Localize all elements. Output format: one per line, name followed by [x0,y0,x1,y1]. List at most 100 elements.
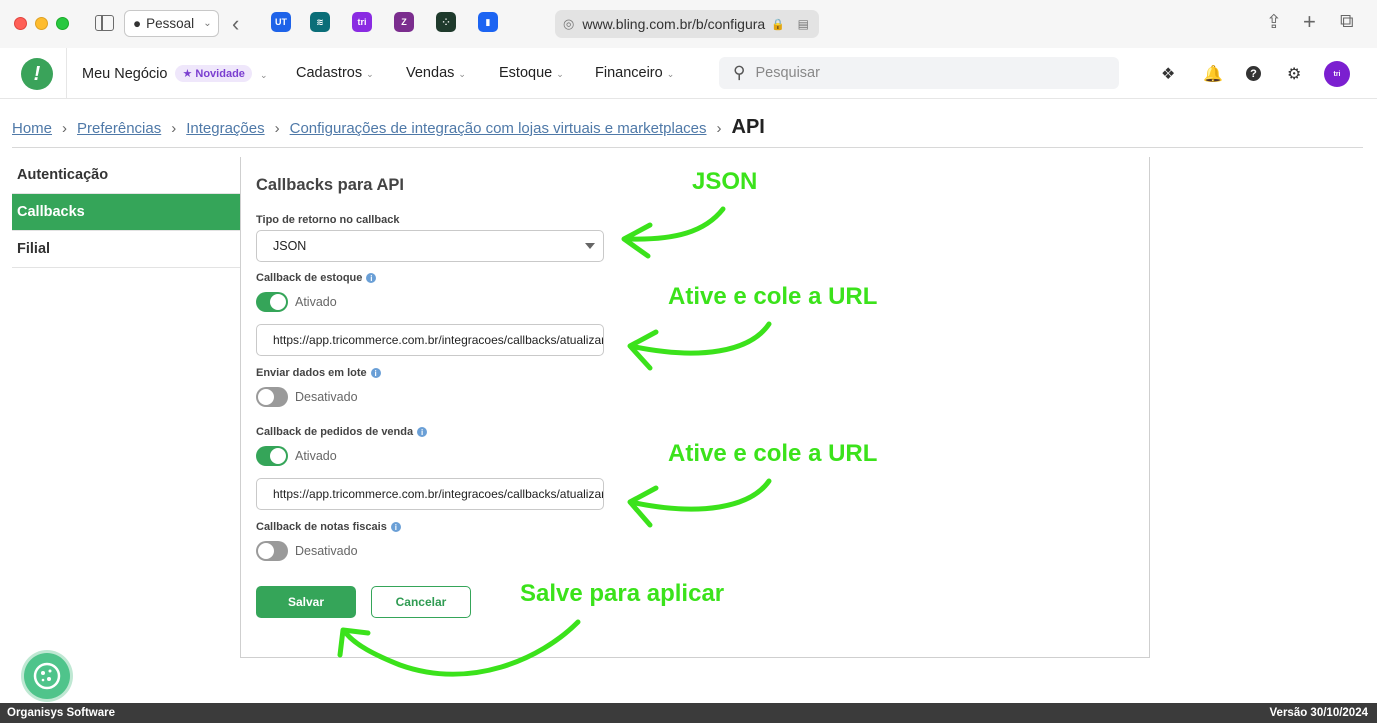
nav-label: Financeiro [595,65,663,81]
invoices-callback-toggle[interactable] [256,541,288,561]
side-item-callbacks[interactable]: Callbacks [12,194,240,231]
breadcrumb-preferencias[interactable]: Preferências [77,120,161,137]
stock-toggle-row: Ativado [256,292,337,312]
person-icon: ● [133,16,142,31]
share-icon[interactable]: ⇪ [1266,11,1282,34]
batch-status: Desativado [295,390,358,404]
trello-tab-icon[interactable]: ▮ [478,12,498,32]
app-header: ! Meu Negócio ★ Novidade ⌄ Cadastros ⌄ Ve… [0,48,1377,99]
footer-company: Organisys Software [7,707,116,719]
breadcrumb-home[interactable]: Home [12,120,52,137]
footer: Organisys Software Versão 30/10/2024 [0,703,1377,723]
gear-icon[interactable]: ⚙ [1287,64,1301,84]
sidebar-toggle-icon[interactable] [95,15,114,31]
zoom-window-button[interactable] [56,17,69,30]
stock-callback-toggle[interactable] [256,292,288,312]
cancel-button[interactable]: Cancelar [371,586,471,618]
breadcrumb: Home › Preferências › Integrações › Conf… [12,116,765,139]
annotation-paste-url-1: Ative e cole a URL [668,283,878,310]
info-icon[interactable]: i [390,522,401,532]
breadcrumb-integracoes[interactable]: Integrações [186,120,264,137]
chevron-right-icon: › [274,120,280,137]
tri-tab-icon[interactable]: tri [352,12,372,32]
stock-status: Ativado [295,295,337,309]
tab-overview-icon[interactable]: ⧉ [1340,11,1354,33]
grid-tab-icon[interactable]: ⁘ [436,12,456,32]
slash-tab-icon[interactable]: Z [394,12,414,32]
save-button[interactable]: Salvar [256,586,356,618]
side-item-filial[interactable]: Filial [12,231,240,268]
return-type-value: JSON [273,239,307,253]
bling-logo[interactable]: ! [21,58,53,90]
annotation-paste-url-2: Ative e cole a URL [668,440,878,467]
orders-callback-url-input[interactable]: https://app.tricommerce.com.br/integraco… [256,478,604,510]
chevron-right-icon: › [716,120,722,137]
help-icon[interactable]: ? [1246,66,1261,81]
apps-icon[interactable]: ❖ [1161,64,1175,84]
batch-toggle-row: Desativado [256,387,358,407]
nav-label: Vendas [406,65,455,81]
new-tab-icon[interactable]: + [1303,9,1316,35]
chevron-right-icon: › [62,120,68,137]
back-arrow-icon[interactable]: ‹ [232,11,239,37]
avatar[interactable]: tri [1324,61,1350,87]
nav-estoque[interactable]: Estoque ⌄ [499,65,564,81]
orders-callback-label: Callback de pedidos de venda i [256,426,428,438]
info-icon[interactable]: i [417,427,428,437]
header-divider [66,48,67,98]
layers-tab-icon[interactable]: ≋ [310,12,330,32]
close-window-button[interactable] [14,17,27,30]
bell-icon[interactable]: 🔔 [1203,64,1223,84]
nav-label: Meu Negócio [82,66,168,82]
search-input[interactable]: ⚲ Pesquisar [719,57,1119,89]
breadcrumb-configuracoes[interactable]: Configurações de integração com lojas vi… [290,120,707,137]
chevron-right-icon: › [171,120,177,137]
settings-side-menu: Autenticação Callbacks Filial [12,157,240,268]
cookie-icon [33,662,61,690]
search-placeholder: Pesquisar [755,65,820,81]
invoices-toggle-row: Desativado [256,541,358,561]
chevron-down-icon: ⌄ [366,69,374,79]
cookie-settings-button[interactable] [24,653,70,699]
nav-label: Estoque [499,65,553,81]
page-title: API [731,116,765,138]
nav-financeiro[interactable]: Financeiro ⌄ [595,65,674,81]
annotation-json: JSON [692,168,758,195]
nav-meu-negocio[interactable]: Meu Negócio ★ Novidade ⌄ [82,65,267,82]
ut-tab-icon[interactable]: UT [271,12,291,32]
caret-down-icon [585,243,595,249]
batch-toggle[interactable] [256,387,288,407]
orders-callback-toggle[interactable] [256,446,288,466]
orders-status: Ativado [295,449,337,463]
breadcrumb-divider [12,147,1363,148]
footer-version: Versão 30/10/2024 [1269,707,1368,719]
nav-label: Cadastros [296,65,363,81]
minimize-window-button[interactable] [35,17,48,30]
batch-label: Enviar dados em lote i [256,367,381,379]
annotation-save: Salve para aplicar [520,580,725,607]
profile-label: Pessoal [146,16,195,31]
chevron-down-icon: ⌄ [203,18,212,29]
nav-cadastros[interactable]: Cadastros ⌄ [296,65,374,81]
return-type-label: Tipo de retorno no callback [256,214,400,226]
chevron-down-icon: ⌄ [666,69,675,79]
chevron-down-icon: ⌄ [259,70,268,80]
profile-selector[interactable]: ● Pessoal ⌄ [124,10,219,37]
info-icon[interactable]: i [366,273,377,283]
globe-icon: ◎ [563,16,575,31]
invoices-status: Desativado [295,544,358,558]
chevron-down-icon: ⌄ [458,69,466,79]
return-type-select[interactable]: JSON [256,230,604,262]
address-bar[interactable]: ◎ www.bling.com.br/b/configura 🔒 ▤ [555,10,819,38]
stock-callback-url-input[interactable]: https://app.tricommerce.com.br/integraco… [256,324,604,356]
chevron-down-icon: ⌄ [556,69,564,79]
lock-icon: 🔒 [771,18,785,31]
invoices-callback-label: Callback de notas fiscais i [256,521,401,533]
browser-toolbar: ● Pessoal ⌄ ‹ UT ≋ tri Z ⁘ ▮ ◎ www.bling… [0,0,1377,48]
nav-vendas[interactable]: Vendas ⌄ [406,65,466,81]
info-icon[interactable]: i [370,368,381,378]
card-title: Callbacks para API [256,176,404,194]
reader-icon[interactable]: ▤ [798,17,809,31]
stock-callback-label: Callback de estoque i [256,272,377,284]
side-item-autenticacao[interactable]: Autenticação [12,157,240,194]
